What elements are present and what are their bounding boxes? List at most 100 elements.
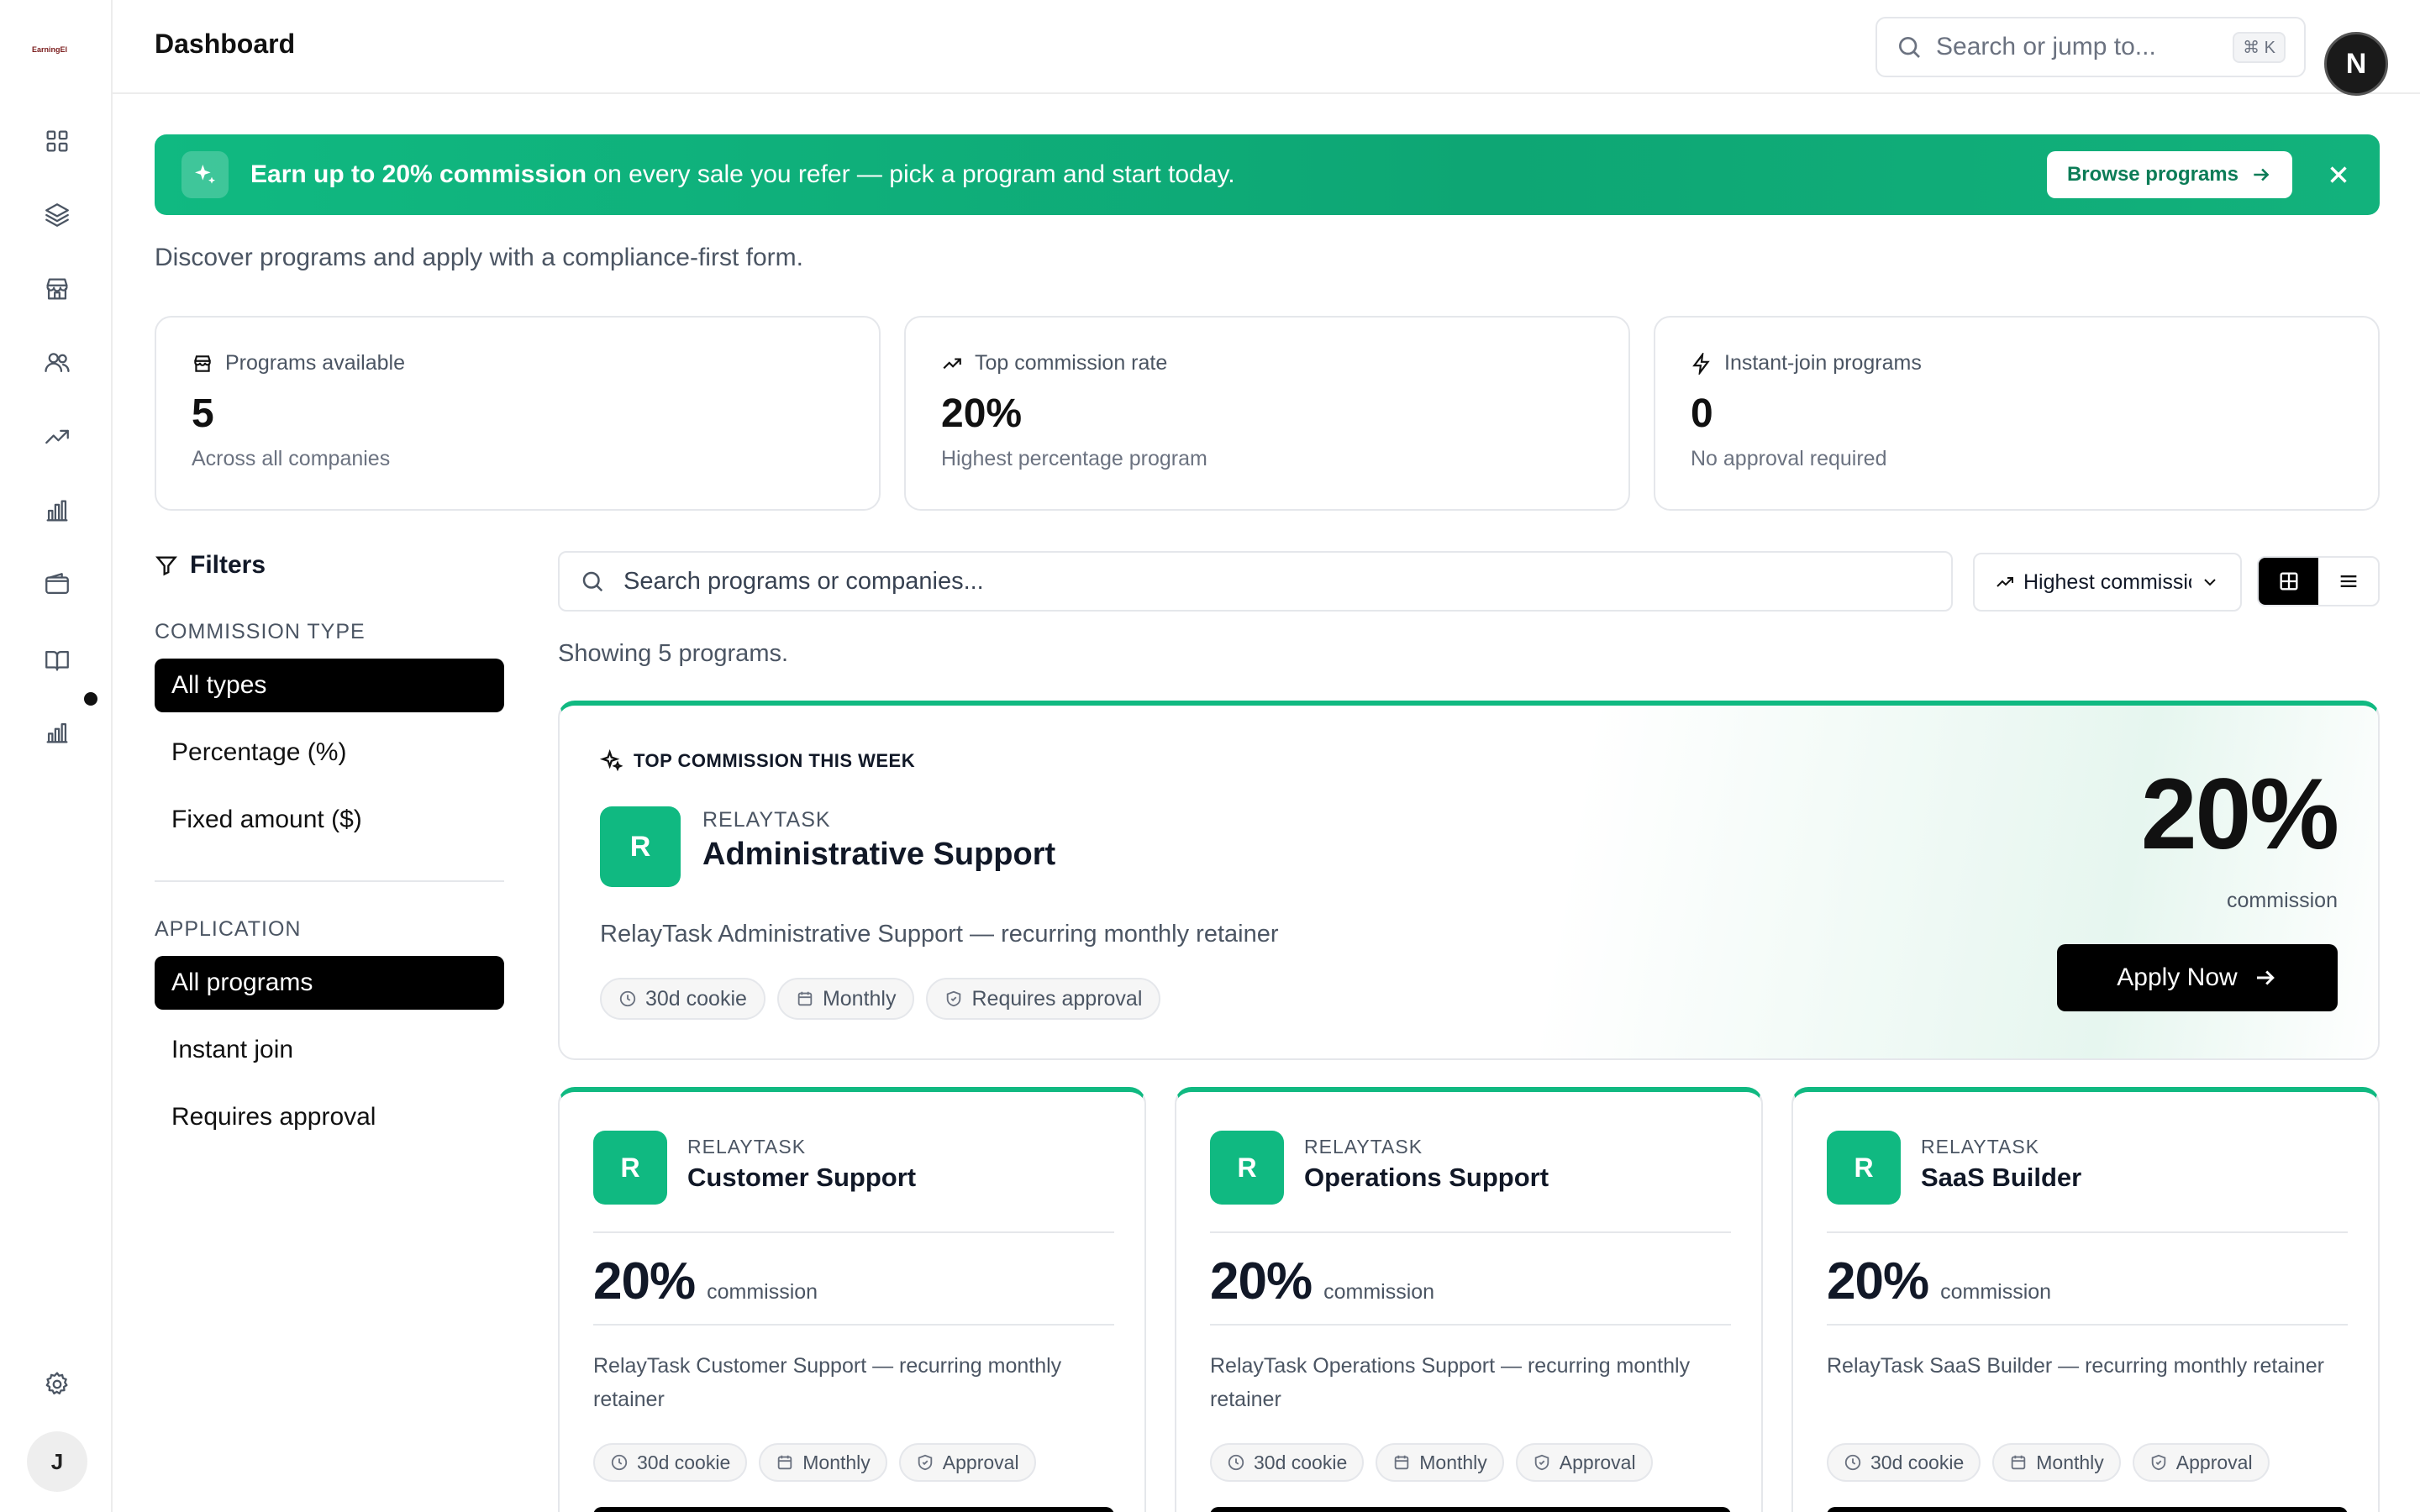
top-header: Dashboard Search or jump to... ⌘ K bbox=[113, 0, 2420, 94]
program-card: R RELAYTASK Operations Support 20% commis… bbox=[1175, 1087, 1763, 1512]
featured-tag: TOP COMMISSION THIS WEEK bbox=[600, 749, 915, 773]
users-icon[interactable] bbox=[38, 344, 76, 382]
company-name: RELAYTASK bbox=[1921, 1136, 2040, 1158]
shield-icon bbox=[944, 990, 963, 1008]
program-tags: 30d cookie Monthly Approval bbox=[1210, 1443, 1653, 1482]
global-search[interactable]: Search or jump to... ⌘ K bbox=[1876, 17, 2306, 77]
calendar-icon bbox=[2009, 1453, 2028, 1472]
apply-button[interactable] bbox=[1827, 1507, 2348, 1512]
filters-heading: Filters bbox=[155, 551, 266, 580]
stat-value: 0 bbox=[1691, 391, 1713, 436]
clock-icon bbox=[618, 990, 637, 1008]
program-description: RelayTask Administrative Support — recur… bbox=[600, 921, 1279, 948]
global-search-placeholder: Search or jump to... bbox=[1936, 33, 2156, 60]
account-avatar[interactable]: N bbox=[2324, 32, 2388, 96]
calendar-icon bbox=[796, 990, 814, 1008]
commission-rate: 20% commission bbox=[593, 1252, 818, 1310]
program-card: R RELAYTASK SaaS Builder 20% commission R… bbox=[1791, 1087, 2380, 1512]
trending-icon[interactable] bbox=[38, 417, 76, 456]
program-name[interactable]: Administrative Support bbox=[702, 837, 1055, 873]
divider bbox=[1210, 1231, 1731, 1233]
stat-card-programs: Programs available 5 Across all companie… bbox=[155, 316, 881, 511]
search-icon bbox=[580, 569, 605, 594]
commission-rate: 20% commission bbox=[1210, 1252, 1435, 1310]
program-name[interactable]: SaaS Builder bbox=[1921, 1163, 2081, 1193]
close-icon[interactable] bbox=[2324, 160, 2353, 189]
stat-card-instant-join: Instant-join programs 0 No approval requ… bbox=[1654, 316, 2380, 511]
dashboard-icon[interactable] bbox=[38, 122, 76, 160]
user-avatar[interactable]: J bbox=[27, 1431, 87, 1492]
divider bbox=[593, 1231, 1114, 1233]
commission-rate: 20% commission bbox=[1827, 1252, 2052, 1310]
cookie-pill: 30d cookie bbox=[1827, 1443, 1981, 1482]
sparkle-icon bbox=[182, 151, 229, 198]
cookie-pill: 30d cookie bbox=[600, 978, 765, 1020]
filter-fixed-amount[interactable]: Fixed amount ($) bbox=[155, 793, 504, 847]
page-subtitle: Discover programs and apply with a compl… bbox=[155, 244, 803, 271]
program-description: RelayTask Operations Support — recurring… bbox=[1210, 1354, 1691, 1411]
book-icon[interactable] bbox=[38, 641, 76, 680]
payout-pill: Monthly bbox=[776, 978, 915, 1020]
divider bbox=[1827, 1231, 2348, 1233]
cookie-pill: 30d cookie bbox=[593, 1443, 748, 1482]
sparkle-icon bbox=[600, 749, 623, 773]
filter-percentage[interactable]: Percentage (%) bbox=[155, 726, 504, 780]
featured-program-card: TOP COMMISSION THIS WEEK R RELAYTASK Adm… bbox=[558, 701, 2380, 1060]
shortcut-badge: ⌘ K bbox=[2233, 31, 2286, 63]
program-description: RelayTask Customer Support — recurring m… bbox=[593, 1354, 1062, 1411]
filter-all-types[interactable]: All types bbox=[155, 659, 504, 712]
wallet-icon[interactable] bbox=[38, 565, 76, 604]
filter-requires-approval[interactable]: Requires approval bbox=[155, 1090, 504, 1144]
store-icon[interactable] bbox=[38, 270, 76, 308]
filter-all-programs[interactable]: All programs bbox=[155, 956, 504, 1010]
calendar-icon bbox=[776, 1453, 794, 1472]
app-logo[interactable]: EarningEl bbox=[32, 45, 82, 59]
bar-chart-icon[interactable] bbox=[38, 491, 76, 530]
apply-button[interactable] bbox=[593, 1507, 1114, 1512]
store-icon bbox=[192, 353, 213, 375]
stat-caption: No approval required bbox=[1691, 447, 1887, 470]
filter-icon bbox=[155, 554, 178, 577]
layers-icon[interactable] bbox=[38, 196, 76, 234]
payout-pill: Monthly bbox=[1376, 1443, 1504, 1482]
list-view-button[interactable] bbox=[2318, 558, 2378, 605]
program-search-input[interactable]: Search programs or companies... bbox=[558, 551, 1953, 612]
program-tags: 30d cookie Monthly Requires approval bbox=[600, 978, 1161, 1020]
apply-button[interactable] bbox=[1210, 1507, 1731, 1512]
gear-icon[interactable] bbox=[38, 1365, 76, 1404]
analytics-icon[interactable] bbox=[38, 713, 76, 752]
company-logo: R bbox=[1827, 1131, 1901, 1205]
program-tags: 30d cookie Monthly Approval bbox=[1827, 1443, 2270, 1482]
clock-icon bbox=[610, 1453, 629, 1472]
program-description: RelayTask SaaS Builder — recurring month… bbox=[1827, 1354, 2324, 1378]
clock-icon bbox=[1844, 1453, 1862, 1472]
company-name: RELAYTASK bbox=[687, 1136, 807, 1158]
active-indicator bbox=[84, 692, 97, 706]
results-count: Showing 5 programs. bbox=[558, 640, 789, 667]
stat-caption: Highest percentage program bbox=[941, 447, 1207, 470]
browse-programs-button[interactable]: Browse programs bbox=[2046, 151, 2292, 198]
filter-divider bbox=[155, 880, 504, 882]
trending-up-icon bbox=[941, 353, 963, 375]
shield-icon bbox=[2149, 1453, 2168, 1472]
stat-label: Top commission rate bbox=[975, 351, 1168, 375]
approval-pill: Approval bbox=[1515, 1443, 1653, 1482]
filter-instant-join[interactable]: Instant join bbox=[155, 1023, 504, 1077]
grid-icon bbox=[2280, 572, 2297, 591]
view-toggle bbox=[2257, 556, 2380, 606]
program-search-placeholder: Search programs or companies... bbox=[623, 567, 984, 595]
commission-label: commission bbox=[2227, 889, 2338, 912]
program-name[interactable]: Operations Support bbox=[1304, 1163, 1549, 1193]
search-icon bbox=[1896, 34, 1923, 60]
stat-card-top-rate: Top commission rate 20% Highest percenta… bbox=[904, 316, 1630, 511]
grid-view-button[interactable] bbox=[2259, 558, 2318, 605]
shield-icon bbox=[916, 1453, 934, 1472]
sort-select[interactable]: Highest commission bbox=[1973, 553, 2242, 612]
arrow-right-icon bbox=[2253, 965, 2278, 990]
approval-pill: Approval bbox=[898, 1443, 1036, 1482]
program-name[interactable]: Customer Support bbox=[687, 1163, 916, 1193]
payout-pill: Monthly bbox=[759, 1443, 887, 1482]
company-logo: R bbox=[593, 1131, 667, 1205]
company-logo: R bbox=[1210, 1131, 1284, 1205]
apply-now-button[interactable]: Apply Now bbox=[2057, 944, 2338, 1011]
